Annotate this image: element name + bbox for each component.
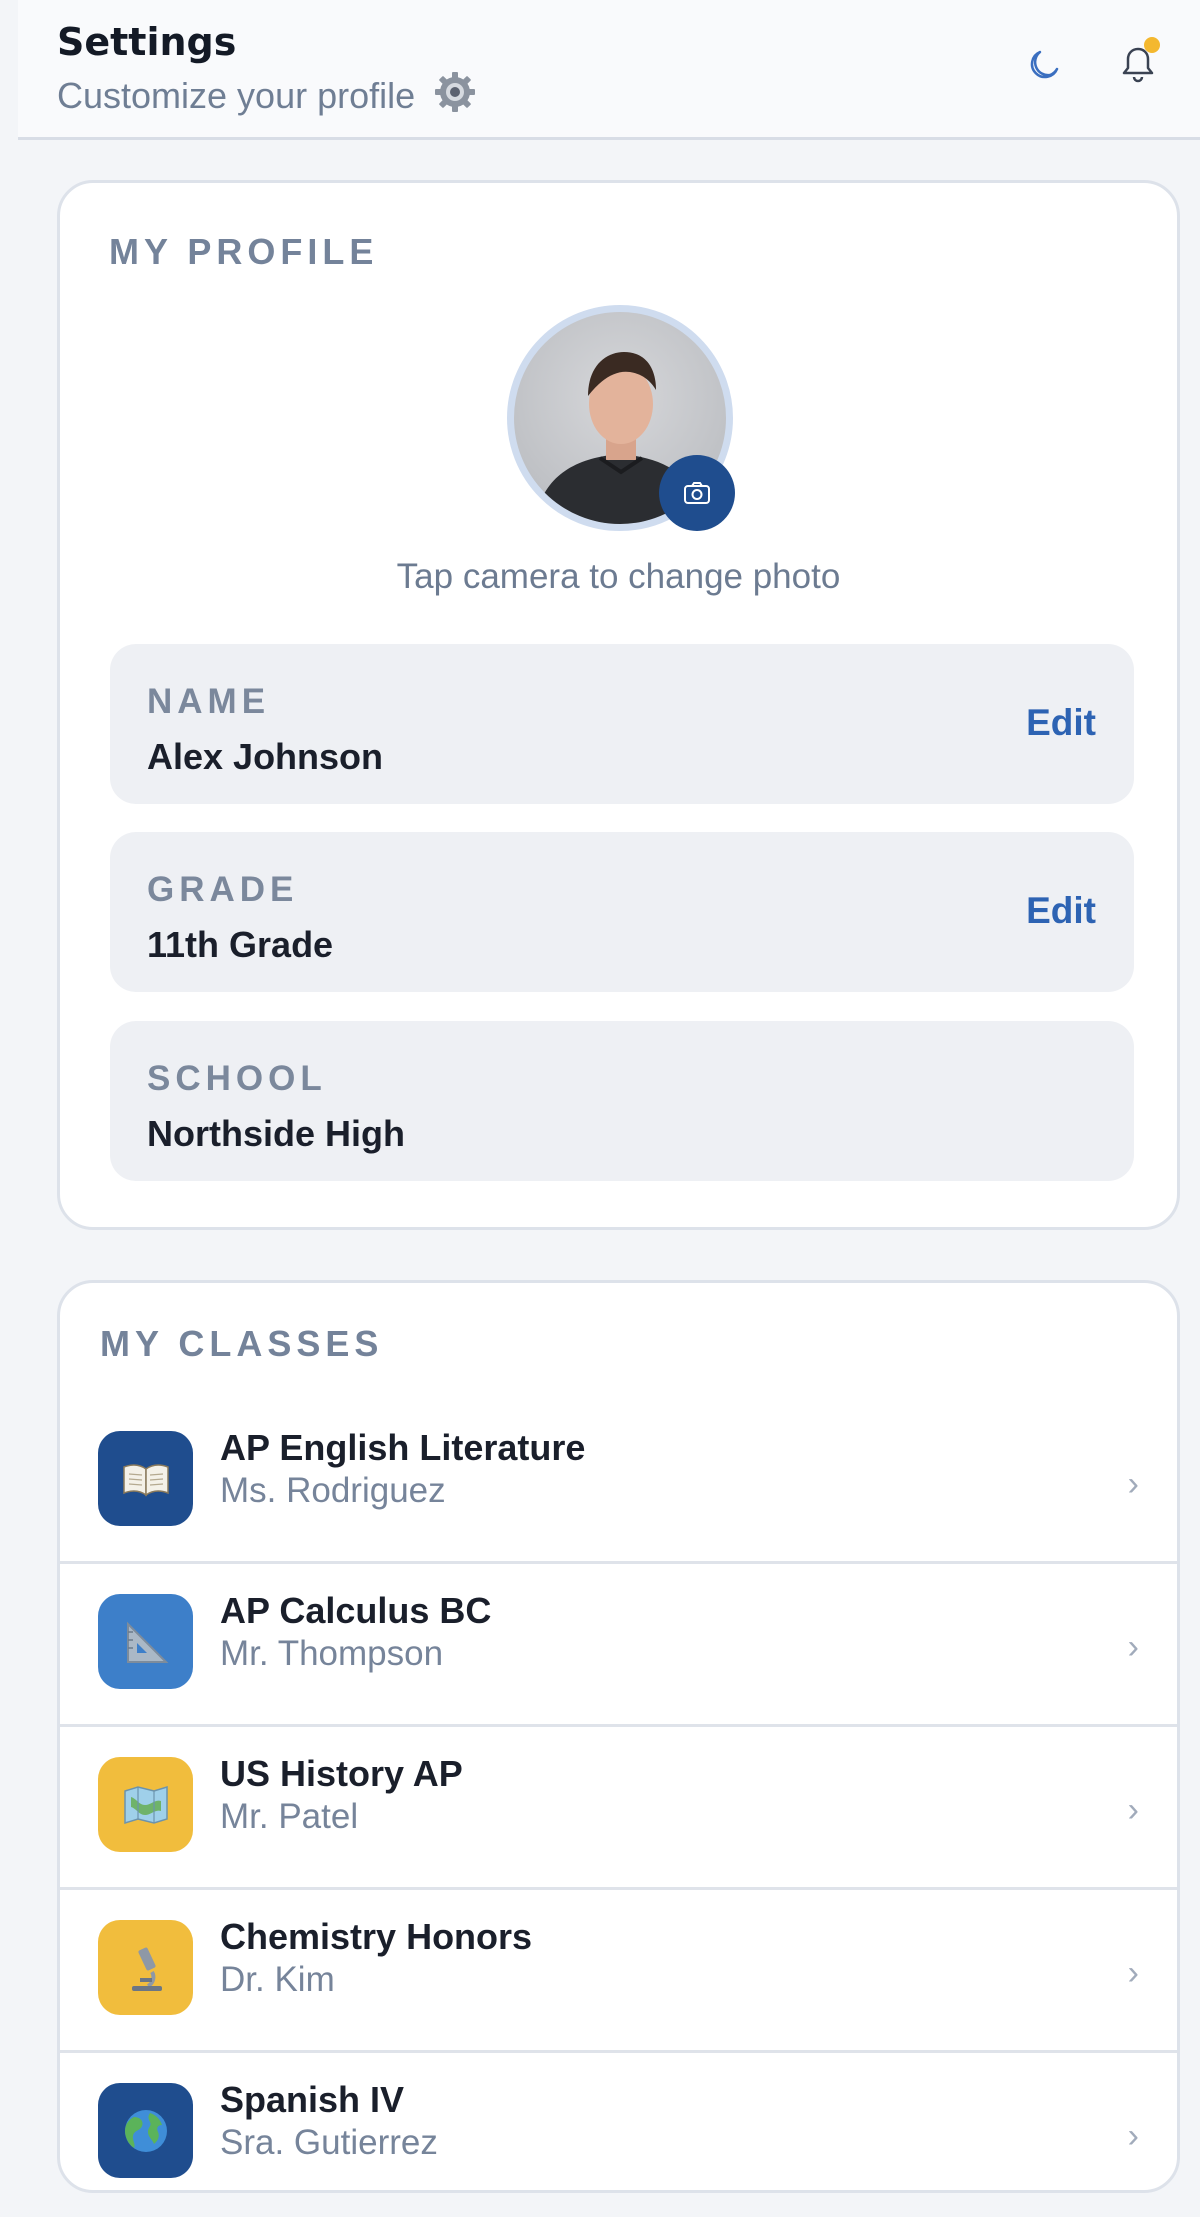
- chevron-right-icon: ›: [1127, 2117, 1139, 2155]
- chevron-right-icon: ›: [1127, 1628, 1139, 1666]
- classes-section-title: MY CLASSES: [100, 1323, 384, 1364]
- class-teacher: Dr. Kim: [220, 1960, 335, 1999]
- grade-field: GRADE 11th Grade Edit: [110, 832, 1134, 992]
- class-item-ap-english[interactable]: AP English Literature Ms. Rodriguez ›: [60, 1401, 1177, 1564]
- name-label: NAME: [147, 682, 271, 721]
- name-value: Alex Johnson: [147, 736, 384, 777]
- profile-card: MY PROFILE Tap camera to change photo NA…: [57, 180, 1180, 1230]
- class-item-ap-calculus[interactable]: AP Calculus BC Mr. Thompson ›: [60, 1564, 1177, 1727]
- map-icon: [98, 1757, 193, 1852]
- class-item-spanish[interactable]: Spanish IV Sra. Gutierrez ›: [60, 2053, 1177, 2190]
- name-field: NAME Alex Johnson Edit: [110, 644, 1134, 804]
- edit-grade-button[interactable]: Edit: [1026, 890, 1096, 932]
- class-name: Spanish IV: [220, 2079, 405, 2120]
- grade-label: GRADE: [147, 870, 299, 909]
- class-list: AP English Literature Ms. Rodriguez › AP…: [60, 1401, 1177, 2190]
- change-photo-button[interactable]: [659, 455, 735, 531]
- class-teacher: Mr. Patel: [220, 1797, 359, 1836]
- chevron-right-icon: ›: [1127, 1954, 1139, 1992]
- page-title: Settings: [57, 20, 237, 64]
- gear-icon: [433, 70, 477, 114]
- school-value: Northside High: [147, 1113, 405, 1154]
- triangle-ruler-icon: [98, 1594, 193, 1689]
- app-header: Settings Customize your profile: [18, 0, 1200, 140]
- class-teacher: Ms. Rodriguez: [220, 1471, 446, 1510]
- class-teacher: Mr. Thompson: [220, 1634, 444, 1673]
- class-name: AP Calculus BC: [220, 1590, 492, 1631]
- page-subtitle-text: Customize your profile: [57, 75, 416, 116]
- page-subtitle: Customize your profile: [57, 70, 477, 117]
- moon-icon: [1030, 50, 1059, 79]
- edit-name-button[interactable]: Edit: [1026, 702, 1096, 744]
- class-item-us-history[interactable]: US History AP Mr. Patel ›: [60, 1727, 1177, 1890]
- globe-icon: [98, 2083, 193, 2178]
- classes-card: MY CLASSES AP English Literature Ms. Rod…: [57, 1280, 1180, 2193]
- chevron-right-icon: ›: [1127, 1791, 1139, 1829]
- class-teacher: Sra. Gutierrez: [220, 2123, 438, 2162]
- microscope-icon: [98, 1920, 193, 2015]
- notification-badge: [1144, 37, 1160, 53]
- camera-icon: [684, 482, 710, 504]
- grade-value: 11th Grade: [147, 924, 334, 965]
- class-name: AP English Literature: [220, 1427, 586, 1468]
- class-name: US History AP: [220, 1753, 463, 1794]
- class-item-chemistry[interactable]: Chemistry Honors Dr. Kim ›: [60, 1890, 1177, 2053]
- notifications-button[interactable]: [1113, 37, 1163, 90]
- chevron-right-icon: ›: [1127, 1465, 1139, 1503]
- class-name: Chemistry Honors: [220, 1916, 533, 1957]
- book-icon: [98, 1431, 193, 1526]
- dark-mode-toggle[interactable]: [1018, 40, 1068, 90]
- school-field: SCHOOL Northside High: [110, 1021, 1134, 1181]
- avatar-container: [507, 305, 735, 531]
- photo-hint: Tap camera to change photo: [396, 557, 841, 596]
- profile-section-title: MY PROFILE: [109, 231, 379, 272]
- school-label: SCHOOL: [147, 1059, 327, 1098]
